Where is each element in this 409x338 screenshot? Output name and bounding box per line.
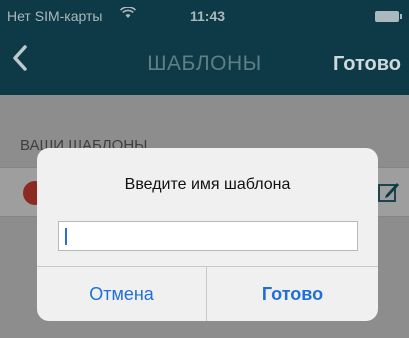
confirm-button[interactable]: Готово bbox=[207, 267, 378, 321]
cancel-button[interactable]: Отмена bbox=[37, 267, 207, 321]
battery-icon bbox=[375, 11, 402, 22]
template-name-dialog: Введите имя шаблона Отмена Готово bbox=[37, 148, 378, 321]
done-nav-button[interactable]: Готово bbox=[333, 53, 401, 76]
wifi-icon bbox=[119, 6, 137, 22]
dialog-title: Введите имя шаблона bbox=[124, 176, 291, 193]
dialog-buttons: Отмена Готово bbox=[37, 266, 378, 321]
navigation-bar: ШАБЛОНЫ Готово bbox=[0, 38, 409, 90]
top-bar: Нет SIM-карты 11:43 ШАБЛОНЫ Готово bbox=[0, 0, 409, 95]
template-name-input[interactable] bbox=[58, 221, 358, 251]
edit-icon[interactable] bbox=[377, 180, 401, 204]
clock: 11:43 bbox=[190, 8, 226, 24]
carrier-label: Нет SIM-карты bbox=[7, 8, 103, 24]
text-caret bbox=[65, 228, 67, 245]
status-bar: Нет SIM-карты 11:43 bbox=[0, 0, 409, 34]
